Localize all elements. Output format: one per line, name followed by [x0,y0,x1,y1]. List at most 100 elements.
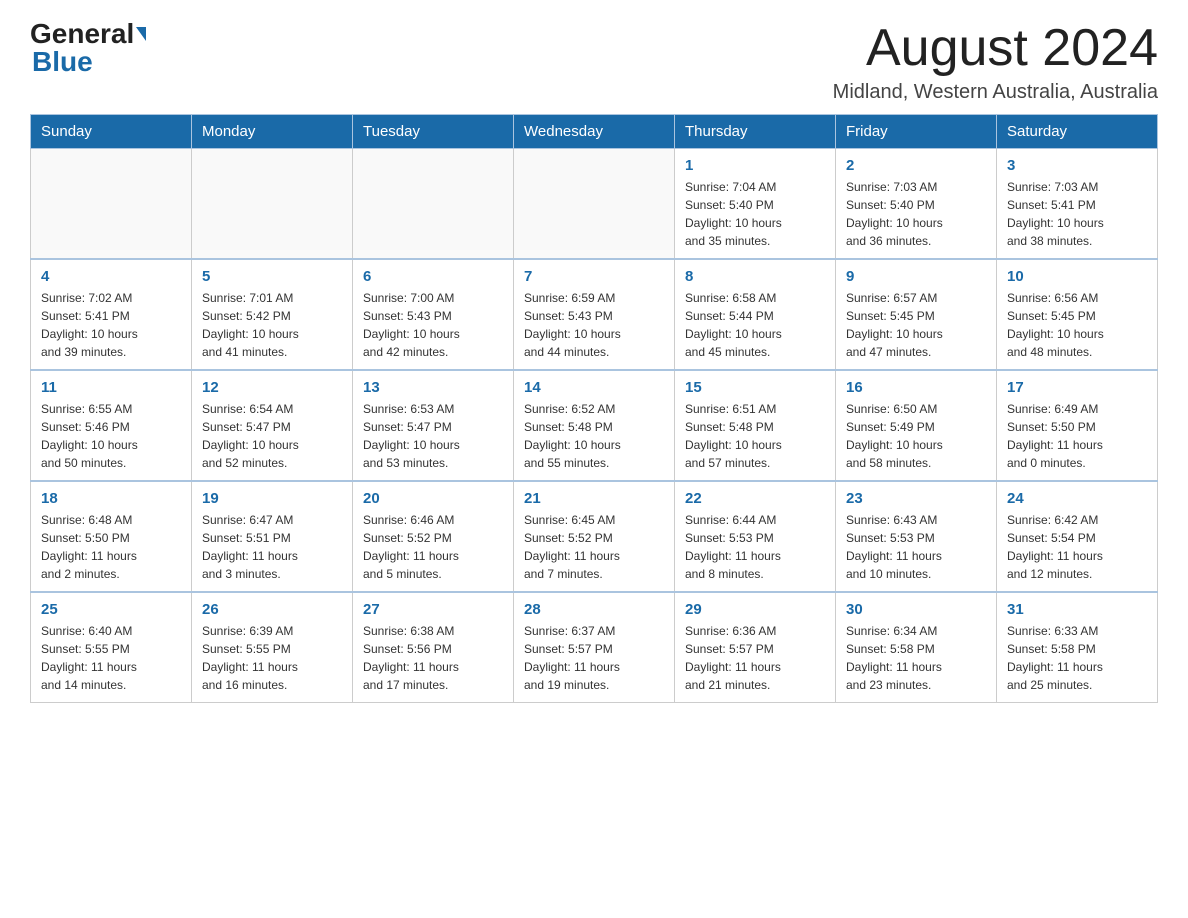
calendar-cell [31,149,192,260]
calendar-cell: 16 Sunrise: 6:50 AM Sunset: 5:49 PM Dayli… [836,370,997,481]
day-number: 18 [41,490,181,507]
day-number: 4 [41,268,181,285]
day-number: 26 [202,601,342,618]
day-number: 5 [202,268,342,285]
calendar-cell: 8 Sunrise: 6:58 AM Sunset: 5:44 PM Daylig… [675,259,836,370]
day-number: 2 [846,157,986,174]
calendar-cell: 10 Sunrise: 6:56 AM Sunset: 5:45 PM Dayli… [997,259,1158,370]
day-info: Sunrise: 6:42 AM Sunset: 5:54 PM Dayligh… [1007,511,1147,583]
day-number: 16 [846,379,986,396]
calendar-cell: 21 Sunrise: 6:45 AM Sunset: 5:52 PM Dayli… [514,481,675,592]
calendar-cell: 2 Sunrise: 7:03 AM Sunset: 5:40 PM Daylig… [836,149,997,260]
day-info: Sunrise: 6:46 AM Sunset: 5:52 PM Dayligh… [363,511,503,583]
page-header: General Blue August 2024 Midland, Wester… [30,20,1158,104]
day-info: Sunrise: 6:37 AM Sunset: 5:57 PM Dayligh… [524,622,664,694]
day-info: Sunrise: 6:56 AM Sunset: 5:45 PM Dayligh… [1007,289,1147,361]
day-number: 19 [202,490,342,507]
calendar-cell: 7 Sunrise: 6:59 AM Sunset: 5:43 PM Daylig… [514,259,675,370]
day-info: Sunrise: 6:45 AM Sunset: 5:52 PM Dayligh… [524,511,664,583]
calendar-header-thursday: Thursday [675,115,836,149]
day-info: Sunrise: 6:33 AM Sunset: 5:58 PM Dayligh… [1007,622,1147,694]
calendar-cell: 26Sunrise: 6:39 AM Sunset: 5:55 PM Dayli… [192,592,353,703]
day-info: Sunrise: 6:59 AM Sunset: 5:43 PM Dayligh… [524,289,664,361]
calendar-cell: 24Sunrise: 6:42 AM Sunset: 5:54 PM Dayli… [997,481,1158,592]
calendar-cell: 19 Sunrise: 6:47 AM Sunset: 5:51 PM Dayli… [192,481,353,592]
calendar-week-row: 1 Sunrise: 7:04 AM Sunset: 5:40 PM Daylig… [31,149,1158,260]
day-number: 29 [685,601,825,618]
day-number: 3 [1007,157,1147,174]
month-title: August 2024 [833,20,1158,77]
calendar-header-sunday: Sunday [31,115,192,149]
calendar-cell: 11 Sunrise: 6:55 AM Sunset: 5:46 PM Dayli… [31,370,192,481]
calendar-week-row: 18Sunrise: 6:48 AM Sunset: 5:50 PM Dayli… [31,481,1158,592]
calendar-header-row: SundayMondayTuesdayWednesdayThursdayFrid… [31,115,1158,149]
calendar-cell: 12 Sunrise: 6:54 AM Sunset: 5:47 PM Dayli… [192,370,353,481]
day-number: 8 [685,268,825,285]
calendar-cell [353,149,514,260]
day-number: 1 [685,157,825,174]
day-info: Sunrise: 6:57 AM Sunset: 5:45 PM Dayligh… [846,289,986,361]
day-info: Sunrise: 7:04 AM Sunset: 5:40 PM Dayligh… [685,178,825,250]
day-number: 31 [1007,601,1147,618]
calendar-header-monday: Monday [192,115,353,149]
day-number: 28 [524,601,664,618]
location-title: Midland, Western Australia, Australia [833,81,1158,104]
calendar-table: SundayMondayTuesdayWednesdayThursdayFrid… [30,114,1158,703]
day-number: 14 [524,379,664,396]
day-number: 21 [524,490,664,507]
calendar-cell: 23 Sunrise: 6:43 AM Sunset: 5:53 PM Dayli… [836,481,997,592]
day-info: Sunrise: 7:00 AM Sunset: 5:43 PM Dayligh… [363,289,503,361]
calendar-cell: 31 Sunrise: 6:33 AM Sunset: 5:58 PM Dayli… [997,592,1158,703]
calendar-week-row: 25 Sunrise: 6:40 AM Sunset: 5:55 PM Dayli… [31,592,1158,703]
title-section: August 2024 Midland, Western Australia, … [833,20,1158,104]
day-number: 12 [202,379,342,396]
day-info: Sunrise: 7:02 AM Sunset: 5:41 PM Dayligh… [41,289,181,361]
day-info: Sunrise: 6:50 AM Sunset: 5:49 PM Dayligh… [846,400,986,472]
day-info: Sunrise: 7:03 AM Sunset: 5:40 PM Dayligh… [846,178,986,250]
calendar-cell: 29 Sunrise: 6:36 AM Sunset: 5:57 PM Dayli… [675,592,836,703]
calendar-header-friday: Friday [836,115,997,149]
day-info: Sunrise: 6:38 AM Sunset: 5:56 PM Dayligh… [363,622,503,694]
calendar-header-saturday: Saturday [997,115,1158,149]
day-number: 20 [363,490,503,507]
calendar-cell: 5 Sunrise: 7:01 AM Sunset: 5:42 PM Daylig… [192,259,353,370]
day-info: Sunrise: 6:55 AM Sunset: 5:46 PM Dayligh… [41,400,181,472]
calendar-header-tuesday: Tuesday [353,115,514,149]
day-info: Sunrise: 6:58 AM Sunset: 5:44 PM Dayligh… [685,289,825,361]
calendar-cell: 9 Sunrise: 6:57 AM Sunset: 5:45 PM Daylig… [836,259,997,370]
day-info: Sunrise: 7:01 AM Sunset: 5:42 PM Dayligh… [202,289,342,361]
calendar-cell: 28 Sunrise: 6:37 AM Sunset: 5:57 PM Dayli… [514,592,675,703]
day-number: 7 [524,268,664,285]
day-info: Sunrise: 6:53 AM Sunset: 5:47 PM Dayligh… [363,400,503,472]
day-number: 25 [41,601,181,618]
day-info: Sunrise: 6:47 AM Sunset: 5:51 PM Dayligh… [202,511,342,583]
calendar-cell: 3Sunrise: 7:03 AM Sunset: 5:41 PM Daylig… [997,149,1158,260]
calendar-cell: 20 Sunrise: 6:46 AM Sunset: 5:52 PM Dayli… [353,481,514,592]
calendar-cell: 18Sunrise: 6:48 AM Sunset: 5:50 PM Dayli… [31,481,192,592]
day-number: 17 [1007,379,1147,396]
calendar-cell: 15Sunrise: 6:51 AM Sunset: 5:48 PM Dayli… [675,370,836,481]
calendar-cell: 1 Sunrise: 7:04 AM Sunset: 5:40 PM Daylig… [675,149,836,260]
day-info: Sunrise: 6:36 AM Sunset: 5:57 PM Dayligh… [685,622,825,694]
calendar-cell: 14Sunrise: 6:52 AM Sunset: 5:48 PM Dayli… [514,370,675,481]
day-number: 11 [41,379,181,396]
calendar-cell: 22Sunrise: 6:44 AM Sunset: 5:53 PM Dayli… [675,481,836,592]
day-number: 27 [363,601,503,618]
day-number: 23 [846,490,986,507]
calendar-cell [514,149,675,260]
calendar-cell [192,149,353,260]
calendar-cell: 30Sunrise: 6:34 AM Sunset: 5:58 PM Dayli… [836,592,997,703]
calendar-cell: 6Sunrise: 7:00 AM Sunset: 5:43 PM Daylig… [353,259,514,370]
logo: General Blue [30,20,146,76]
day-info: Sunrise: 6:40 AM Sunset: 5:55 PM Dayligh… [41,622,181,694]
day-info: Sunrise: 6:54 AM Sunset: 5:47 PM Dayligh… [202,400,342,472]
calendar-cell: 17 Sunrise: 6:49 AM Sunset: 5:50 PM Dayli… [997,370,1158,481]
day-info: Sunrise: 6:49 AM Sunset: 5:50 PM Dayligh… [1007,400,1147,472]
day-number: 9 [846,268,986,285]
logo-triangle-icon [136,27,146,41]
day-number: 15 [685,379,825,396]
day-number: 10 [1007,268,1147,285]
calendar-header-wednesday: Wednesday [514,115,675,149]
day-number: 30 [846,601,986,618]
day-info: Sunrise: 6:43 AM Sunset: 5:53 PM Dayligh… [846,511,986,583]
